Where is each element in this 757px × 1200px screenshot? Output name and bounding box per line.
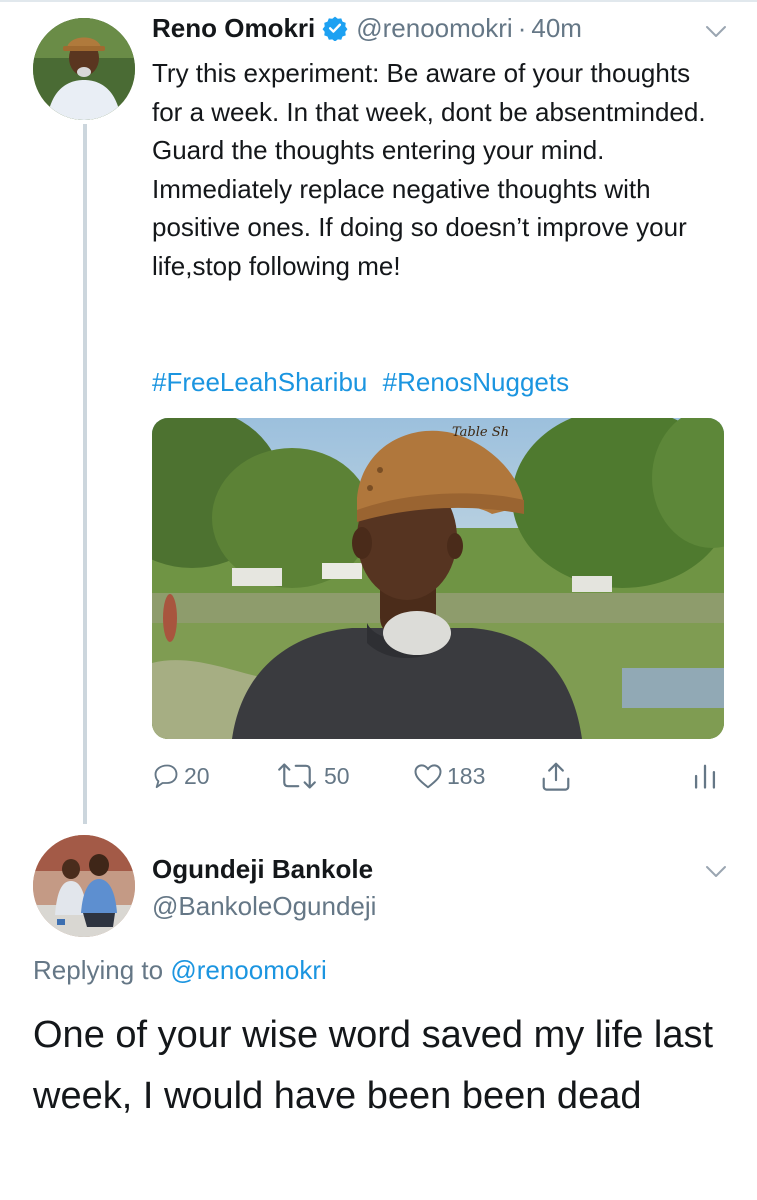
like-count: 183 xyxy=(447,762,486,789)
header-separator: · xyxy=(517,13,527,43)
author-avatar[interactable] xyxy=(33,18,135,120)
photo-illustration: Table Sh xyxy=(152,418,724,739)
hashtag-link[interactable]: #FreeLeahSharibu xyxy=(152,367,367,397)
reply-author-name[interactable]: Ogundeji Bankole xyxy=(152,853,373,885)
thread-connector-line xyxy=(83,124,87,824)
replying-to-line: Replying to @renoomokri xyxy=(33,954,327,986)
tweet-media-photo[interactable]: Table Sh xyxy=(152,418,724,739)
tweet-text: Try this experiment: Be aware of your th… xyxy=(152,58,706,281)
like-icon xyxy=(414,764,442,789)
tweet-timestamp[interactable]: 40m xyxy=(531,12,582,44)
tweet-hashtags: #FreeLeahSharibu #RenosNuggets xyxy=(152,365,577,399)
share-action[interactable] xyxy=(538,760,578,792)
reply-author-avatar[interactable] xyxy=(33,835,135,937)
avatar-photo xyxy=(33,835,135,937)
author-name[interactable]: Reno Omokri xyxy=(152,12,315,44)
share-icon xyxy=(542,762,570,791)
replying-to-handle[interactable]: @renoomokri xyxy=(170,955,326,985)
reply-text: One of your wise word saved my life last… xyxy=(33,1014,714,1117)
replying-to-label: Replying to xyxy=(33,955,164,985)
retweet-count: 50 xyxy=(324,762,350,789)
reply-author-handle[interactable]: @BankoleOgundeji xyxy=(152,890,376,922)
analytics-icon xyxy=(694,764,716,789)
reply-count: 20 xyxy=(184,762,210,789)
analytics-action[interactable] xyxy=(692,760,722,792)
retweet-action[interactable]: 50 xyxy=(274,760,350,792)
avatar-photo xyxy=(33,18,135,120)
top-divider xyxy=(0,0,757,2)
hashtag-link[interactable]: #RenosNuggets xyxy=(383,367,569,397)
chevron-down-icon[interactable] xyxy=(704,24,728,40)
retweet-icon xyxy=(278,763,316,789)
like-action[interactable]: 183 xyxy=(413,760,485,792)
cap-text: Table Sh xyxy=(452,425,509,440)
chevron-down-icon[interactable] xyxy=(704,864,728,880)
reply-icon xyxy=(154,764,178,789)
verified-badge-icon xyxy=(322,16,348,41)
tweet-header: Reno Omokri @renoomokri · 40m xyxy=(152,12,582,44)
reply-action[interactable]: 20 xyxy=(152,760,210,792)
author-handle[interactable]: @renoomokri xyxy=(356,12,512,44)
